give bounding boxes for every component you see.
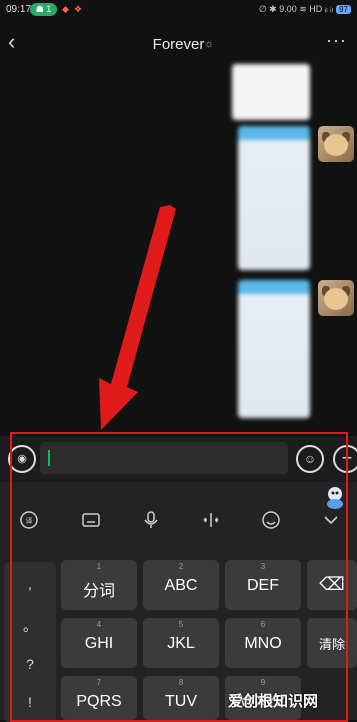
watermark: 爱创根知识网 xyxy=(228,693,319,710)
highlight-box xyxy=(10,432,348,722)
